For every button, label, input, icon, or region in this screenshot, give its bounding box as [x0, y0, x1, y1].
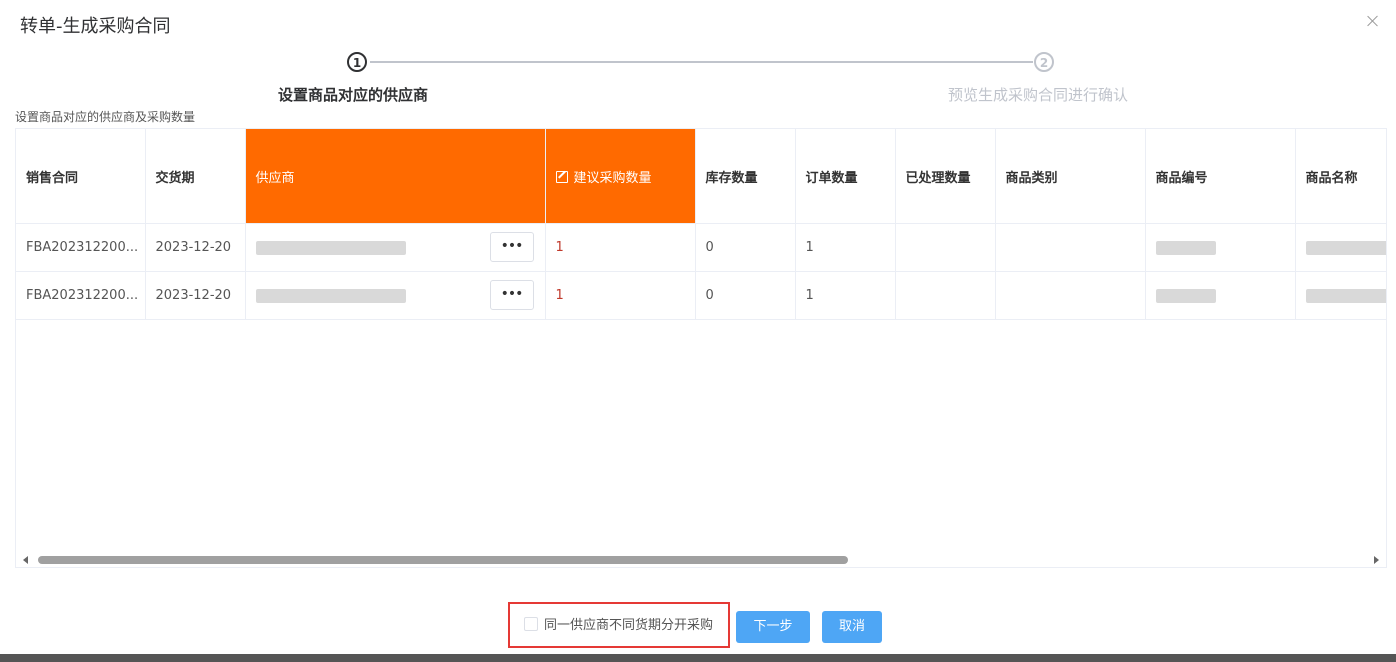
select-supplier-button[interactable]: ••• — [489, 280, 534, 310]
cancel-button[interactable]: 取消 — [822, 611, 882, 643]
dialog-title: 转单-生成采购合同 — [20, 16, 171, 37]
col-suggested-qty-label: 建议采购数量 — [573, 170, 652, 186]
scroll-right-arrow-icon[interactable] — [1374, 556, 1379, 564]
cell-processed-qty — [895, 271, 996, 320]
cell-category — [995, 223, 1146, 272]
col-product-code[interactable]: 商品编号 — [1145, 129, 1296, 224]
col-product-name[interactable]: 商品名称 — [1295, 129, 1386, 224]
col-sales-contract[interactable]: 销售合同 — [16, 129, 146, 224]
cell-suggested-qty[interactable]: 1 — [545, 271, 696, 320]
col-supplier[interactable]: 供应商 — [245, 129, 546, 224]
col-stock-qty[interactable]: 库存数量 — [695, 129, 796, 224]
step-connector — [370, 61, 1033, 63]
cell-product-name — [1295, 223, 1386, 272]
cell-delivery: 2023-12-20 — [145, 271, 246, 320]
edit-icon — [555, 170, 568, 183]
product-code-redacted — [1155, 288, 1216, 303]
table-row[interactable]: FBA202312200... 2023-12-20 ••• 1 0 1 — [16, 271, 1386, 320]
step-2-title: 预览生成采购合同进行确认 — [948, 86, 1129, 104]
supplier-table: 销售合同 交货期 供应商 建议采购数量 库存数量 订单数量 已处理数量 商品类别… — [15, 128, 1387, 568]
cell-order-qty: 1 — [795, 223, 896, 272]
scroll-left-arrow-icon[interactable] — [23, 556, 28, 564]
cell-supplier: ••• — [245, 271, 546, 320]
cell-product-code — [1145, 271, 1296, 320]
table-header-row: 销售合同 交货期 供应商 建议采购数量 库存数量 订单数量 已处理数量 商品类别… — [16, 129, 1386, 224]
cell-processed-qty — [895, 223, 996, 272]
cell-category — [995, 271, 1146, 320]
cell-contract: FBA202312200... — [16, 223, 146, 272]
section-label: 设置商品对应的供应商及采购数量 — [15, 110, 196, 124]
select-supplier-button[interactable]: ••• — [489, 232, 534, 262]
cell-delivery: 2023-12-20 — [145, 223, 246, 272]
table-row[interactable]: FBA202312200... 2023-12-20 ••• 1 0 1 — [16, 223, 1386, 272]
cell-product-code — [1145, 223, 1296, 272]
step-1-title: 设置商品对应的供应商 — [278, 86, 429, 104]
cell-contract: FBA202312200... — [16, 271, 146, 320]
product-name-redacted — [1305, 240, 1386, 255]
background-page-strip — [0, 654, 1396, 662]
supplier-name-redacted — [255, 288, 406, 303]
next-step-button[interactable]: 下一步 — [736, 611, 810, 643]
step-2-circle: 2 — [1034, 52, 1054, 72]
supplier-name-redacted — [255, 240, 406, 255]
close-icon[interactable] — [1366, 14, 1380, 28]
col-suggested-qty[interactable]: 建议采购数量 — [545, 129, 696, 224]
cell-product-name — [1295, 271, 1386, 320]
separate-purchase-checkbox[interactable] — [524, 617, 538, 631]
cell-stock-qty: 0 — [695, 271, 796, 320]
col-delivery-date[interactable]: 交货期 — [145, 129, 246, 224]
product-code-redacted — [1155, 240, 1216, 255]
step-1-circle: 1 — [347, 52, 367, 72]
col-order-qty[interactable]: 订单数量 — [795, 129, 896, 224]
col-processed-qty[interactable]: 已处理数量 — [895, 129, 996, 224]
cell-order-qty: 1 — [795, 271, 896, 320]
scroll-thumb[interactable] — [38, 556, 848, 564]
cell-suggested-qty[interactable]: 1 — [545, 223, 696, 272]
col-category[interactable]: 商品类别 — [995, 129, 1146, 224]
separate-purchase-option[interactable]: 同一供应商不同货期分开采购 — [508, 602, 730, 648]
cell-supplier: ••• — [245, 223, 546, 272]
separate-purchase-label[interactable]: 同一供应商不同货期分开采购 — [544, 614, 713, 633]
horizontal-scrollbar[interactable] — [16, 553, 1386, 567]
product-name-redacted — [1305, 288, 1386, 303]
cell-stock-qty: 0 — [695, 223, 796, 272]
